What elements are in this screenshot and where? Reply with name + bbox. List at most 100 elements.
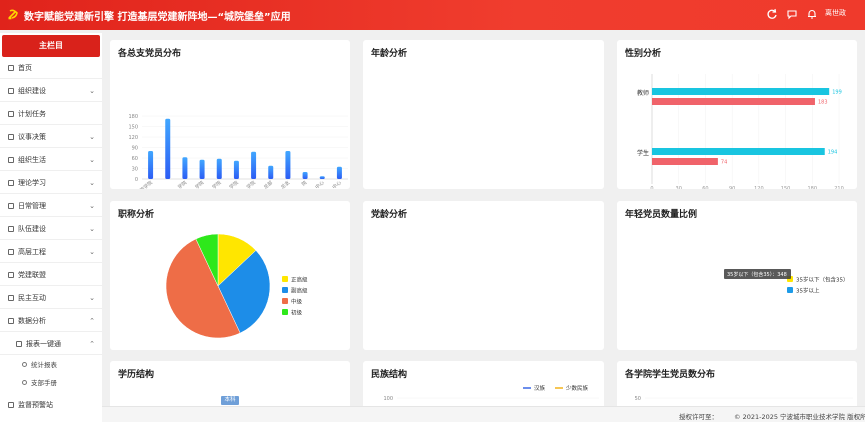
card-college: 各学院学生党员数分布 50 — [617, 361, 857, 411]
top-bar: 数字赋能党建新引擎 打造基层党建新阵地—“城院堡垒”应用 离世政 — [0, 0, 865, 30]
sidebar-item[interactable]: 首页 — [0, 57, 102, 79]
x-tick-label: 180 — [808, 186, 818, 189]
legend-label: 35岁以上 — [796, 287, 820, 295]
card-age: 年龄分析 20岁-25岁25岁-30岁30岁-35岁35岁-40岁40岁以上 — [363, 40, 604, 189]
sidebar-item-label: 队伍建设 — [18, 225, 46, 233]
data-label: 194 — [828, 150, 838, 156]
sidebar-heading: 主栏目 — [2, 35, 100, 57]
x-tick-label: 院 — [300, 179, 308, 188]
sidebar-item[interactable]: 监督预警站 — [0, 394, 102, 416]
legend-label: 正高级 — [291, 276, 308, 284]
x-tick-label: 院学院 — [138, 179, 154, 189]
sidebar-item[interactable]: 队伍建设 ⌄ — [0, 218, 102, 240]
tooltip-text: 35岁以下（包含35）：348 — [727, 271, 787, 278]
menu-icon — [8, 272, 14, 278]
chevron-icon: ⌄ — [89, 156, 95, 164]
x-tick-label: 30 — [676, 186, 682, 189]
x-tick-label: 60 — [702, 186, 708, 189]
menu-icon — [8, 226, 14, 232]
bell-icon[interactable] — [806, 8, 818, 20]
party-age-donut-chart: 10年以内10年-20年20年-30年30年以上 — [363, 201, 604, 350]
sidebar-item[interactable]: 组织建设 ⌄ — [0, 80, 102, 102]
card-title: 学历结构 — [118, 370, 155, 380]
sidebar-subitem-label: 支部手册 — [31, 379, 57, 387]
chevron-icon: ⌄ — [89, 225, 95, 233]
x-tick-label: 学院 — [228, 179, 240, 189]
sidebar-item[interactable]: 党建联盟 — [0, 264, 102, 286]
legend-label: 中级 — [291, 298, 303, 306]
menu-icon — [8, 295, 14, 301]
y-tick-label: 学生 — [637, 149, 649, 157]
chevron-icon: ⌄ — [89, 202, 95, 210]
legend-swatch — [282, 287, 288, 293]
legend-label: 35岁以下（包含35） — [796, 276, 849, 284]
bar — [165, 118, 171, 179]
y-tick-label: 30 — [132, 167, 138, 173]
menu-icon — [8, 318, 14, 324]
sidebar-item[interactable]: 组织生活 ⌄ — [0, 149, 102, 171]
menu-icon — [8, 249, 14, 255]
y-tick-label: 90 — [132, 146, 138, 152]
bar — [652, 158, 718, 165]
sidebar-item[interactable]: 民主互动 ⌄ — [0, 287, 102, 309]
sidebar-item[interactable]: 数据分析 ⌃ — [0, 310, 102, 332]
sidebar-subitem[interactable]: 统计报表 — [0, 356, 102, 374]
sidebar-item[interactable]: 理论学习 ⌄ — [0, 172, 102, 194]
bar — [233, 160, 239, 179]
user-name[interactable]: 离世政 — [825, 8, 846, 18]
x-tick-label: 120 — [754, 186, 764, 189]
y-tick-label: 教师 — [637, 89, 649, 97]
sidebar-item-label: 计划任务 — [18, 110, 46, 118]
sidebar-item[interactable]: 高层工程 ⌄ — [0, 241, 102, 263]
young-ratio-pie-chart: 35岁以下（包含35） 35岁以上 35岁以下（包含35）：348 — [724, 269, 849, 295]
sidebar-item[interactable]: 议事决策 ⌄ — [0, 126, 102, 148]
menu-icon — [8, 402, 14, 408]
bar — [302, 172, 308, 179]
bar — [251, 151, 257, 179]
bar — [182, 157, 188, 179]
chat-icon[interactable] — [786, 8, 798, 20]
x-tick-label: 学院 — [194, 179, 206, 189]
ethnic-line-chart: 汉族 少数民族 100 — [383, 384, 599, 402]
x-tick-label: 中心 — [331, 179, 343, 189]
title-rank-pie-chart: 正高级副高级中级初级 — [165, 233, 308, 339]
sidebar-item[interactable]: 计划任务 — [0, 103, 102, 125]
menu-icon — [8, 157, 14, 163]
footer-copyright: © 2021-2025 宁波城市职业技术学院 版权所有 — [734, 413, 865, 421]
card-party-age: 党龄分析 10年以内10年-20年20年-30年30年以上 — [363, 201, 604, 350]
y-tick-label: 150 — [128, 125, 138, 131]
legend-swatch — [282, 309, 288, 315]
sidebar-item-label: 组织生活 — [18, 156, 46, 164]
bar — [319, 176, 325, 179]
bar — [652, 148, 825, 155]
bar — [652, 98, 815, 105]
x-tick-label: 学院 — [245, 179, 257, 189]
bar — [268, 165, 274, 179]
bar — [336, 166, 342, 179]
menu-icon — [8, 203, 14, 209]
menu-icon — [16, 341, 22, 347]
sidebar-subitem[interactable]: 支部手册 — [0, 374, 102, 392]
menu-icon — [8, 180, 14, 186]
chevron-icon: ⌄ — [89, 294, 95, 302]
legend-label: 汉族 — [534, 384, 546, 392]
sidebar-item[interactable]: 日常管理 ⌄ — [0, 195, 102, 217]
menu-icon — [8, 134, 14, 140]
footer-license: 授权许可至： — [679, 413, 718, 421]
x-tick-label: 总部 — [262, 179, 274, 189]
college-bar-chart: 50 — [635, 396, 853, 402]
y-tick-label: 60 — [132, 156, 138, 162]
education-tooltip-tag: 本科 — [221, 396, 239, 405]
chevron-icon: ⌄ — [89, 248, 95, 256]
sidebar-item-label: 议事决策 — [18, 133, 46, 141]
card-title-rank: 职称分析 正高级 副高级 中级 初级 — [110, 201, 350, 350]
app-title: 数字赋能党建新引擎 打造基层党建新阵地—“城院堡垒”应用 — [24, 12, 291, 23]
menu-icon — [8, 65, 14, 71]
card-ethnic: 民族结构 汉族 少数民族 100 — [363, 361, 604, 411]
refresh-icon[interactable] — [766, 8, 778, 20]
y-tick-label: 100 — [383, 396, 393, 402]
menu-icon — [8, 88, 14, 94]
sidebar-item-label: 党建联盟 — [18, 271, 46, 279]
card-young-ratio: 年轻党员数量比例 35岁以下（包含35） 35岁以上 35岁以下（包含35）：348 — [617, 201, 857, 350]
sidebar-subgroup[interactable]: 报表一键通 ⌃ — [0, 333, 102, 355]
